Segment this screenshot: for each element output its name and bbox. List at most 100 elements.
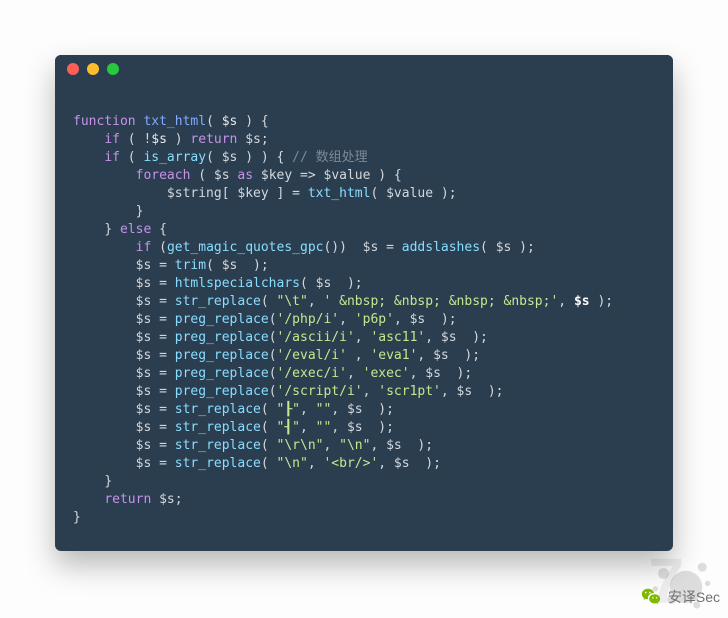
- code-text: $s =: [136, 258, 175, 273]
- builtin-fn: preg_replace: [175, 330, 269, 345]
- code-text: ,: [323, 438, 339, 453]
- builtin-fn: trim: [175, 258, 206, 273]
- string-literal: '/exec/i': [277, 366, 347, 381]
- code-indent: [73, 456, 136, 471]
- code-indent: [73, 492, 104, 507]
- string-literal: '/script/i': [277, 384, 363, 399]
- close-icon[interactable]: [67, 63, 79, 75]
- code-text: , $s );: [394, 312, 457, 327]
- code-text: ,: [347, 348, 370, 363]
- string-literal: '/ascii/i': [277, 330, 355, 345]
- string-literal: 'p6p': [355, 312, 394, 327]
- builtin-fn: get_magic_quotes_gpc: [167, 240, 324, 255]
- string-literal: 'scr1pt': [378, 384, 441, 399]
- code-text: ( $s ) ) {: [206, 150, 292, 165]
- keyword-if: if: [104, 132, 120, 147]
- watermark-label: 安译Sec: [668, 587, 720, 607]
- builtin-fn: str_replace: [175, 420, 261, 435]
- code-text: ,: [339, 312, 355, 327]
- code-text: $s =: [136, 384, 175, 399]
- minimize-icon[interactable]: [87, 63, 99, 75]
- code-text: [112, 222, 120, 237]
- code-text: ,: [300, 420, 316, 435]
- code-text: ( !: [120, 132, 151, 147]
- string-literal: 'asc11': [370, 330, 425, 345]
- code-indent: [73, 258, 136, 273]
- code-text: , $s );: [331, 420, 394, 435]
- code-text: }: [104, 222, 112, 237]
- code-text: }: [136, 204, 144, 219]
- code-text: , $s );: [425, 330, 488, 345]
- code-text: (: [151, 240, 167, 255]
- builtin-fn: preg_replace: [175, 384, 269, 399]
- code-text: $s =: [136, 276, 175, 291]
- code-indent: [73, 222, 104, 237]
- code-text: , $s );: [331, 402, 394, 417]
- keyword-if: if: [104, 150, 120, 165]
- code-text: $s;: [237, 132, 268, 147]
- code-text: $s =: [136, 366, 175, 381]
- string-literal: '/php/i': [277, 312, 340, 327]
- code-text: $s =: [136, 402, 175, 417]
- code-indent: [73, 384, 136, 399]
- code-text: $s;: [151, 492, 182, 507]
- code-indent: [73, 366, 136, 381]
- builtin-fn: htmlspecialchars: [175, 276, 300, 291]
- code-text: , $s );: [417, 348, 480, 363]
- code-indent: [73, 348, 136, 363]
- code-indent: [73, 276, 136, 291]
- code-text: ,: [300, 402, 316, 417]
- code-text: $key => $value ) {: [253, 168, 402, 183]
- string-literal: "┨": [277, 420, 300, 435]
- builtin-fn: str_replace: [175, 438, 261, 453]
- code-text: $string[ $key ] =: [167, 186, 308, 201]
- window-titlebar: [55, 55, 673, 83]
- code-text: }: [104, 474, 112, 489]
- code-text: ,: [347, 366, 363, 381]
- code-text: $s: [151, 132, 167, 147]
- code-text: ( $s: [190, 168, 237, 183]
- code-text: (: [269, 348, 277, 363]
- comment: // 数组处理: [292, 150, 367, 165]
- string-literal: "\r\n": [277, 438, 324, 453]
- code-text: ) {: [237, 114, 268, 129]
- builtin-fn: str_replace: [175, 294, 261, 309]
- string-literal: "┠": [277, 402, 300, 417]
- code-indent: [73, 402, 136, 417]
- builtin-fn: preg_replace: [175, 366, 269, 381]
- code-text: (: [261, 402, 277, 417]
- string-literal: "": [316, 402, 332, 417]
- code-text: ,: [363, 384, 379, 399]
- code-text: (: [261, 294, 277, 309]
- code-indent: [73, 132, 104, 147]
- code-text: (: [206, 114, 222, 129]
- code-text: ,: [308, 456, 324, 471]
- code-indent: [73, 312, 136, 327]
- builtin-fn: is_array: [143, 150, 206, 165]
- builtin-fn: str_replace: [175, 456, 261, 471]
- code-text: $s =: [136, 456, 175, 471]
- builtin-fn: preg_replace: [175, 348, 269, 363]
- code-text: , $s );: [378, 456, 441, 471]
- code-text: $s =: [136, 330, 175, 345]
- code-text: ( $s );: [206, 258, 269, 273]
- code-text: ( $s );: [300, 276, 363, 291]
- code-indent: [73, 150, 104, 165]
- string-literal: ' &nbsp; &nbsp; &nbsp; &nbsp;': [323, 294, 558, 309]
- code-text: , $s );: [370, 438, 433, 453]
- keyword-as: as: [237, 168, 253, 183]
- code-text: (: [261, 456, 277, 471]
- code-text: (: [261, 438, 277, 453]
- code-indent: [73, 204, 136, 219]
- keyword-if: if: [136, 240, 152, 255]
- code-indent: [73, 420, 136, 435]
- builtin-fn: preg_replace: [175, 312, 269, 327]
- builtin-fn: addslashes: [402, 240, 480, 255]
- code-text: $s =: [136, 312, 175, 327]
- string-literal: '/eval/i': [277, 348, 347, 363]
- string-literal: 'eva1': [370, 348, 417, 363]
- zoom-icon[interactable]: [107, 63, 119, 75]
- code-text: ( $value );: [370, 186, 456, 201]
- code-indent: [73, 330, 136, 345]
- code-text: ,: [558, 294, 574, 309]
